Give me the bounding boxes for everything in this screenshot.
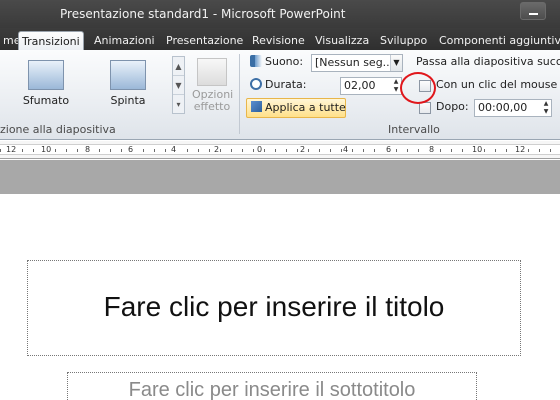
speaker-icon: [250, 55, 262, 67]
group-separator: [239, 54, 240, 134]
title-placeholder-text: Fare clic per inserire il titolo: [103, 291, 445, 322]
effect-options-button[interactable]: Opzioni effetto: [192, 56, 233, 118]
title-bar: Presentazione standard1 - Microsoft Powe…: [0, 0, 560, 28]
on-click-label: Con un clic del mouse: [436, 78, 558, 91]
ruler-number: 10: [471, 145, 484, 154]
ruler-number: 0: [256, 145, 264, 154]
sound-label: Suono:: [265, 55, 304, 68]
tab-visualizza[interactable]: Visualizza: [312, 31, 372, 50]
sound-select[interactable]: [Nessun seg... ▼: [311, 54, 403, 72]
ruler-number: 4: [342, 145, 350, 154]
ruler-number: 12: [5, 145, 18, 154]
sound-row: Suono:: [250, 52, 303, 72]
chevron-down-icon[interactable]: ▼: [390, 55, 402, 71]
slide-canvas: Fare clic per inserire il titolo Fare cl…: [0, 194, 560, 400]
sfumato-icon: [28, 60, 64, 90]
scroll-up-icon[interactable]: ▲: [173, 57, 184, 76]
transition-sfumato[interactable]: Sfumato: [8, 60, 84, 114]
tab-animazioni[interactable]: Animazioni: [91, 31, 158, 50]
after-value: 00:00,00: [478, 101, 528, 114]
apply-all-icon: [251, 101, 262, 112]
ruler-number: 12: [514, 145, 527, 154]
transition-spinta[interactable]: Spinta: [90, 60, 166, 114]
apply-to-all-button[interactable]: Applica a tutte: [246, 98, 346, 118]
subtitle-placeholder-text: Fare clic per inserire il sottotitolo: [128, 379, 416, 400]
tab-presentazione[interactable]: Presentazione: [163, 31, 246, 50]
effect-options-icon: [197, 58, 227, 86]
ribbon-tabs: me Transizioni Animazioni Presentazione …: [0, 28, 560, 50]
minimize-button[interactable]: [520, 2, 546, 20]
clock-icon: [250, 78, 262, 90]
ruler-number: 6: [385, 145, 393, 154]
after-stepper[interactable]: 00:00,00 ▲ ▼: [474, 99, 552, 117]
more-icon[interactable]: ▾: [173, 95, 184, 114]
tab-revisione[interactable]: Revisione: [249, 31, 308, 50]
sound-value: [Nessun seg...: [315, 56, 394, 69]
tab-componenti-aggiuntivi[interactable]: Componenti aggiuntivi: [436, 31, 560, 50]
ruler-number: 8: [84, 145, 92, 154]
duration-stepper[interactable]: 02,00 ▲ ▼: [340, 77, 402, 95]
subtitle-placeholder[interactable]: Fare clic per inserire il sottotitolo: [67, 372, 477, 400]
workspace-background: [0, 160, 560, 194]
ruler-number: 8: [428, 145, 436, 154]
sfumato-label: Sfumato: [22, 94, 70, 107]
window-title: Presentazione standard1 - Microsoft Powe…: [60, 7, 346, 21]
after-label: Dopo:: [436, 100, 469, 113]
group-label-transition: zione alla diapositiva: [0, 123, 116, 136]
duration-row: Durata:: [250, 75, 306, 95]
ruler-number: 2: [299, 145, 307, 154]
tab-transizioni[interactable]: Transizioni: [18, 31, 84, 50]
spin-icon[interactable]: ▲ ▼: [541, 100, 551, 116]
ruler-number: 2: [213, 145, 221, 154]
apply-to-all-label: Applica a tutte: [265, 101, 346, 114]
duration-value: 02,00: [344, 79, 376, 92]
ribbon: Sfumato Spinta ▲ ▼ ▾ Opzioni effetto zio…: [0, 50, 560, 140]
spinta-label: Spinta: [110, 94, 146, 107]
horizontal-ruler: 12 10 8 6 4 2 0 2 4 6 8 10 12: [0, 141, 560, 159]
group-label-timing: Intervallo: [388, 123, 440, 136]
duration-label: Durata:: [265, 78, 307, 91]
tab-sviluppo[interactable]: Sviluppo: [377, 31, 430, 50]
ruler-number: 6: [127, 145, 135, 154]
spinta-icon: [110, 60, 146, 90]
ruler-number: 4: [170, 145, 178, 154]
ruler-number: 10: [40, 145, 53, 154]
advance-heading: Passa alla diapositiva succes: [416, 55, 560, 68]
ruler-strip: 12 10 8 6 4 2 0 2 4 6 8 10 12: [0, 144, 560, 155]
gallery-scroll[interactable]: ▲ ▼ ▾: [172, 56, 185, 114]
scroll-down-icon[interactable]: ▼: [173, 76, 184, 95]
title-placeholder[interactable]: Fare clic per inserire il titolo: [27, 260, 521, 356]
effect-options-label-2: effetto: [193, 100, 231, 113]
annotation-circle: [400, 72, 436, 104]
